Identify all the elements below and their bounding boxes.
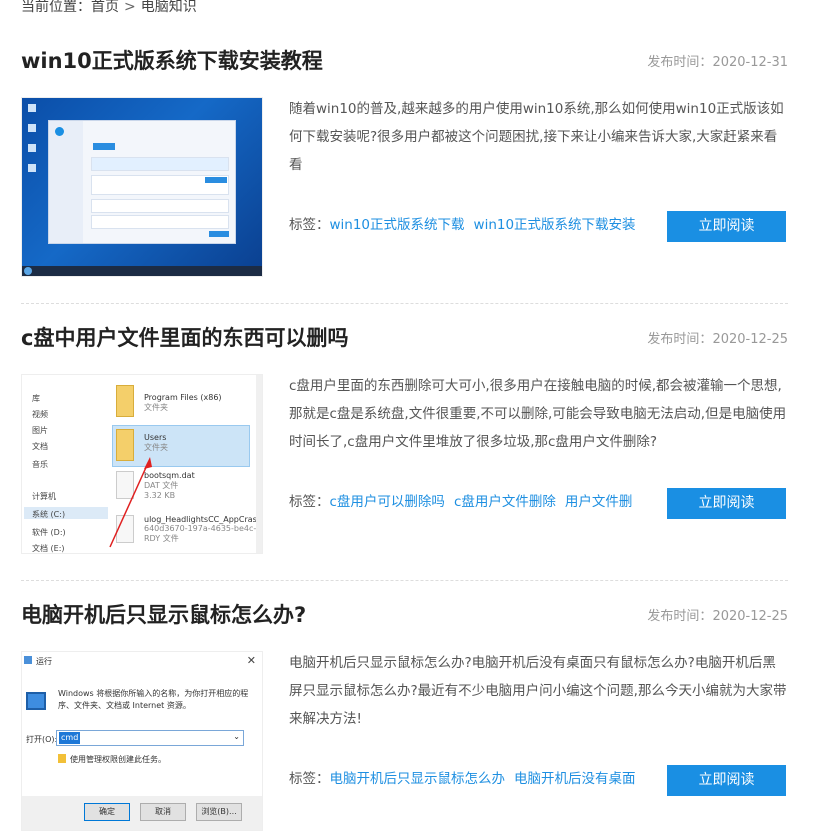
article-thumbnail[interactable]: 库 视频 图片 文档 音乐 计算机 系统 (C:) 软件 (D:) 文档 (E:… [21,374,263,554]
article-date: 发布时间：2020-12-25 [647,328,788,347]
ok-button: 确定 [84,803,130,821]
explorer-nav: 库 视频 图片 文档 音乐 计算机 系统 (C:) 软件 (D:) 文档 (E:… [22,375,110,553]
date-label: 发布时间： [647,55,713,70]
tags-label: 标签： [289,217,330,233]
nav-item: 软件 (D:) [32,528,66,537]
nav-item: 计算机 [32,492,56,501]
breadcrumb: 当前位置：首页 > 电脑知识 [21,0,197,16]
tag-link[interactable]: win10正式版系统下载安装 [474,217,636,233]
tags-label: 标签： [289,771,330,787]
article-title[interactable]: c盘中用户文件里面的东西可以删吗 [21,322,348,352]
shield-icon [58,754,66,763]
open-label: 打开(O): [26,735,58,744]
run-icon [24,656,32,664]
run-combo: cmd ⌄ [56,730,244,746]
breadcrumb-home-link[interactable]: 首页 [91,0,119,15]
file-name: ulog_HeadlightsCC_AppCrash_ [144,515,263,524]
chevron-down-icon: ⌄ [233,732,240,741]
nav-item: 库 [32,394,40,403]
dialog-title: 运行 [36,657,52,666]
date-value: 2020-12-25 [712,332,788,347]
breadcrumb-prefix: 当前位置： [21,0,91,15]
article-tags: 标签：win10正式版系统下载 win10正式版系统下载安装 [289,213,659,233]
installer-window [48,120,236,244]
date-label: 发布时间： [647,609,713,624]
article-tags: 标签：c盘用户可以删除吗 c盘用户文件删除 用户文件删 [289,490,659,510]
windows-installer-screenshot [22,98,262,276]
desktop-icon [28,104,36,112]
article-title[interactable]: win10正式版系统下载安装教程 [21,45,323,75]
desktop-icon [28,124,36,132]
nav-item: 文档 [32,442,48,451]
taskbar [22,266,262,276]
dialog-footer: 确定 取消 浏览(B)... [22,796,262,830]
divider [21,303,788,304]
date-value: 2020-12-25 [712,609,788,624]
nav-item: 文档 (E:) [32,544,65,553]
dialog-description: Windows 将根据你所输入的名称，为你打开相应的程序、文件夹、文档或 Int… [58,689,249,710]
article-summary: c盘用户里面的东西删除可大可小,很多用户在接触电脑的时候,都会被灌输一个思想,那… [289,378,787,450]
admin-note: 使用管理权限创建此任务。 [70,755,166,764]
tag-link[interactable]: 电脑开机后没有桌面 [514,771,636,787]
article-date: 发布时间：2020-12-25 [647,605,788,624]
read-now-button[interactable]: 立即阅读 [667,765,786,796]
read-now-button[interactable]: 立即阅读 [667,488,786,519]
article-title[interactable]: 电脑开机后只显示鼠标怎么办? [21,599,306,629]
run-dialog-screenshot: 运行 ✕ Windows 将根据你所输入的名称，为你打开相应的程序、文件夹、文档… [22,652,262,830]
file-name: Program Files (x86) [144,393,222,402]
article-date: 发布时间：2020-12-31 [647,51,788,70]
file-type: RDY 文件 [144,534,179,543]
tag-link[interactable]: win10正式版系统下载 [330,217,465,233]
article-summary: 电脑开机后只显示鼠标怎么办?电脑开机后没有桌面只有鼠标怎么办?电脑开机后黑屏只显… [289,655,787,727]
file-type: 640d3670-197a-4635-be4c-81... [144,524,263,533]
file-type: 文件夹 [144,403,168,412]
article-summary: 随着win10的普及,越来越多的用户使用win10系统,那么如何使用win10正… [289,101,784,173]
tags-label: 标签： [289,494,330,510]
file-type: 文件夹 [144,443,168,452]
article-thumbnail[interactable]: 运行 ✕ Windows 将根据你所输入的名称，为你打开相应的程序、文件夹、文档… [21,651,263,831]
start-icon [24,267,32,275]
desktop-icon [28,144,36,152]
date-value: 2020-12-31 [712,55,788,70]
file-explorer-screenshot: 库 视频 图片 文档 音乐 计算机 系统 (C:) 软件 (D:) 文档 (E:… [22,375,262,553]
nav-item: 图片 [32,426,48,435]
nav-item: 音乐 [32,460,48,469]
cancel-button: 取消 [140,803,186,821]
tag-link[interactable]: c盘用户可以删除吗 [330,494,445,510]
breadcrumb-separator: > [124,0,136,15]
folder-icon [116,385,134,417]
browse-button: 浏览(B)... [196,803,242,821]
nav-item: 视频 [32,410,48,419]
desktop-icon [28,164,36,172]
nav-item: 系统 (C:) [32,510,66,519]
run-value: cmd [59,732,81,744]
close-icon: ✕ [246,654,256,667]
breadcrumb-current-link[interactable]: 电脑知识 [141,0,197,15]
tag-link[interactable]: 用户文件删 [565,494,633,510]
article-thumbnail[interactable] [21,97,263,277]
date-label: 发布时间： [647,332,713,347]
tag-link[interactable]: c盘用户文件删除 [454,494,556,510]
run-large-icon [26,692,46,710]
divider [21,580,788,581]
tag-link[interactable]: 电脑开机后只显示鼠标怎么办 [330,771,506,787]
red-arrow-icon [109,457,152,548]
file-name: Users [144,433,167,442]
article-tags: 标签：电脑开机后只显示鼠标怎么办 电脑开机后没有桌面 [289,767,659,787]
read-now-button[interactable]: 立即阅读 [667,211,786,242]
